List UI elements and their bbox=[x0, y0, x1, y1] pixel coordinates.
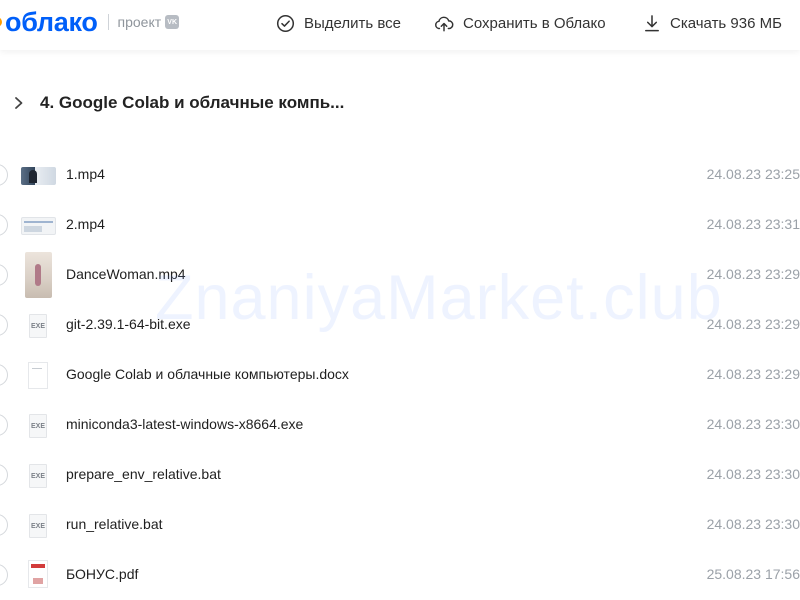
select-all-label: Выделить все bbox=[304, 14, 402, 32]
save-to-cloud-button[interactable]: Сохранить в Облако bbox=[434, 12, 606, 34]
file-name: 2.mp4 bbox=[66, 216, 105, 232]
video-thumbnail bbox=[21, 217, 56, 235]
file-row[interactable]: DanceWoman.mp4 24.08.23 23:29 bbox=[0, 250, 800, 300]
file-date: 24.08.23 23:29 bbox=[706, 316, 800, 332]
chevron-right-icon[interactable] bbox=[12, 95, 26, 111]
file-date: 24.08.23 23:29 bbox=[706, 266, 800, 282]
logo-divider bbox=[107, 14, 109, 30]
exe-file-icon: EXE bbox=[29, 314, 47, 338]
file-date: 24.08.23 23:25 bbox=[706, 166, 800, 182]
check-circle-icon bbox=[276, 14, 295, 32]
project-label: проект bbox=[117, 14, 162, 30]
file-name: run_relative.bat bbox=[66, 516, 163, 532]
file-select-radio[interactable] bbox=[0, 214, 8, 236]
file-select-radio[interactable] bbox=[0, 464, 8, 486]
file-row[interactable]: 1.mp4 24.08.23 23:25 bbox=[0, 150, 800, 200]
logo-text: облако bbox=[5, 6, 98, 37]
video-thumbnail bbox=[21, 167, 56, 185]
file-date: 24.08.23 23:30 bbox=[706, 516, 800, 532]
file-name: miniconda3-latest-windows-x8664.exe bbox=[66, 416, 304, 432]
file-select-radio[interactable] bbox=[0, 164, 8, 186]
file-date: 24.08.23 23:30 bbox=[706, 466, 800, 482]
folder-title: 4. Google Colab и облачные компь... bbox=[40, 93, 345, 112]
file-select-radio[interactable] bbox=[0, 314, 8, 336]
file-select-radio[interactable] bbox=[0, 264, 8, 286]
file-name: git-2.39.1-64-bit.exe bbox=[66, 316, 191, 332]
docx-thumbnail bbox=[28, 362, 48, 389]
file-date: 24.08.23 23:31 bbox=[706, 216, 800, 232]
save-to-cloud-label: Сохранить в Облако bbox=[463, 14, 606, 32]
logo-dot-icon bbox=[0, 17, 2, 27]
file-select-radio[interactable] bbox=[0, 564, 8, 586]
exe-file-icon: EXE bbox=[29, 514, 47, 538]
file-row[interactable]: Google Colab и облачные компьютеры.docx … bbox=[0, 350, 800, 400]
file-select-radio[interactable] bbox=[0, 514, 8, 536]
file-name: prepare_env_relative.bat bbox=[66, 466, 221, 482]
file-date: 25.08.23 17:56 bbox=[706, 566, 800, 582]
top-header: облако проект VK Выделить все Сохранить … bbox=[0, 0, 800, 50]
file-row[interactable]: EXE miniconda3-latest-windows-x8664.exe … bbox=[0, 400, 800, 450]
exe-file-icon: EXE bbox=[29, 464, 47, 488]
folder-header[interactable]: 4. Google Colab и облачные компь... bbox=[12, 91, 344, 115]
file-name: Google Colab и облачные компьютеры.docx bbox=[66, 366, 349, 382]
video-thumbnail bbox=[25, 252, 52, 298]
file-row[interactable]: EXE git-2.39.1-64-bit.exe 24.08.23 23:29 bbox=[0, 300, 800, 350]
logo[interactable]: облако проект VK bbox=[0, 6, 180, 37]
file-name: БОНУС.pdf bbox=[66, 566, 139, 582]
file-date: 24.08.23 23:30 bbox=[706, 416, 800, 432]
select-all-button[interactable]: Выделить все bbox=[276, 12, 401, 34]
file-date: 24.08.23 23:29 bbox=[706, 366, 800, 382]
file-name: DanceWoman.mp4 bbox=[66, 266, 186, 282]
vk-icon: VK bbox=[165, 15, 180, 29]
download-button[interactable]: Скачать 936 МБ bbox=[643, 12, 782, 34]
file-row[interactable]: БОНУС.pdf 25.08.23 17:56 bbox=[0, 550, 800, 600]
download-icon bbox=[645, 14, 659, 31]
file-select-radio[interactable] bbox=[0, 364, 8, 386]
file-name: 1.mp4 bbox=[66, 166, 105, 182]
file-select-radio[interactable] bbox=[0, 414, 8, 436]
file-row[interactable]: EXE run_relative.bat 24.08.23 23:30 bbox=[0, 500, 800, 550]
exe-file-icon: EXE bbox=[29, 414, 47, 438]
cloud-upload-icon bbox=[435, 16, 454, 31]
pdf-thumbnail bbox=[28, 560, 48, 588]
download-label: Скачать 936 МБ bbox=[670, 14, 782, 32]
file-row[interactable]: 2.mp4 24.08.23 23:31 bbox=[0, 200, 800, 250]
file-row[interactable]: EXE prepare_env_relative.bat 24.08.23 23… bbox=[0, 450, 800, 500]
